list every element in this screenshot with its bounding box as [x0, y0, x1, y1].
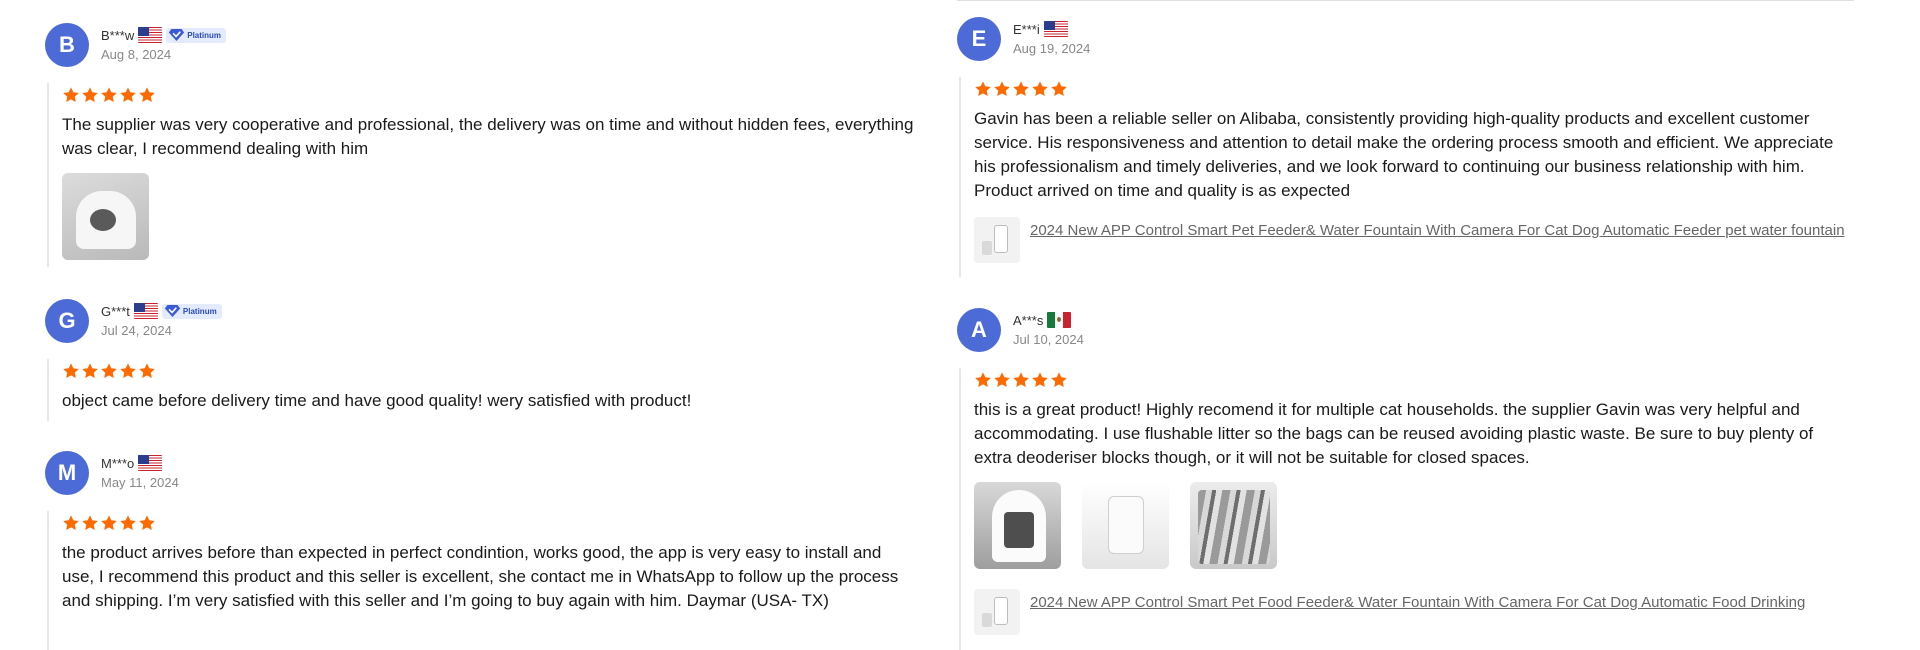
- review-body: object came before delivery time and hav…: [47, 359, 915, 421]
- us-flag-icon: [1043, 21, 1068, 37]
- star-rating: [62, 511, 915, 533]
- star-icon: [100, 362, 118, 380]
- reviewer-meta: E***i Aug 19, 2024: [1013, 19, 1090, 56]
- review-date: May 11, 2024: [101, 475, 179, 490]
- star-rating: [974, 77, 1854, 99]
- star-icon: [993, 371, 1011, 389]
- product-thumbnail[interactable]: [974, 589, 1020, 635]
- review-header: G G***t Platinum Jul 24, 2024: [45, 299, 915, 345]
- reviewer-meta: A***s Jul 10, 2024: [1013, 310, 1084, 347]
- reviewer-name: M***o: [101, 455, 135, 471]
- star-icon: [100, 514, 118, 532]
- review-date: Aug 19, 2024: [1013, 41, 1091, 56]
- review-header: E E***i Aug 19, 2024: [957, 17, 1854, 63]
- review-body: the product arrives before than expected…: [47, 511, 915, 650]
- star-icon: [993, 80, 1011, 98]
- review-body: Gavin has been a reliable seller on Alib…: [959, 77, 1854, 277]
- star-icon: [138, 362, 156, 380]
- star-icon: [974, 80, 992, 98]
- review-text: The supplier was very cooperative and pr…: [62, 115, 914, 158]
- platinum-badge: Platinum: [161, 303, 222, 319]
- avatar: A: [957, 308, 1001, 352]
- review-date: Jul 24, 2024: [101, 323, 172, 338]
- review-image-thumbnail[interactable]: [1082, 482, 1169, 569]
- divider: [957, 0, 1854, 1]
- star-rating: [62, 359, 915, 381]
- reviewer-name: G***t: [101, 303, 130, 319]
- avatar: M: [45, 451, 89, 495]
- product-link[interactable]: 2024 New APP Control Smart Pet Feeder& W…: [1030, 220, 1845, 242]
- reviewer-meta: M***o May 11, 2024: [101, 453, 179, 490]
- star-icon: [62, 362, 80, 380]
- product-thumbnail[interactable]: [974, 217, 1020, 263]
- reviewed-product: 2024 New APP Control Smart Pet Feeder& W…: [974, 217, 1854, 263]
- us-flag-icon: [133, 303, 158, 319]
- review-image-thumbnail[interactable]: [62, 173, 149, 260]
- reviewer-meta: B***w Platinum Aug 8, 2024: [101, 25, 227, 62]
- avatar: B: [45, 23, 89, 67]
- review-images: [62, 173, 915, 260]
- star-rating: [974, 368, 1854, 390]
- diamond-icon: [168, 28, 185, 42]
- avatar: E: [957, 17, 1001, 61]
- reviewer-name: A***s: [1013, 312, 1044, 328]
- star-icon: [138, 514, 156, 532]
- review-card: B B***w Platinum Aug 8, 2024 The supplie…: [45, 23, 915, 267]
- badge-label: Platinum: [182, 306, 217, 316]
- review-card: M M***o May 11, 2024 the product arrives…: [45, 451, 915, 650]
- review-header: M M***o May 11, 2024: [45, 451, 915, 497]
- platinum-badge: Platinum: [166, 27, 227, 43]
- product-link[interactable]: 2024 New APP Control Smart Pet Food Feed…: [1030, 592, 1805, 614]
- review-text: this is a great product! Highly recomend…: [974, 400, 1814, 467]
- review-body: The supplier was very cooperative and pr…: [47, 83, 915, 267]
- star-rating: [62, 83, 915, 105]
- reviewer-name: B***w: [101, 27, 135, 43]
- star-icon: [1031, 80, 1049, 98]
- reviewer-meta: G***t Platinum Jul 24, 2024: [101, 301, 222, 338]
- reviewed-product: 2024 New APP Control Smart Pet Food Feed…: [974, 589, 1854, 635]
- review-text: object came before delivery time and hav…: [62, 391, 692, 410]
- review-header: A A***s Jul 10, 2024: [957, 308, 1854, 354]
- review-card: A A***s Jul 10, 2024 this is a great pro…: [957, 308, 1854, 650]
- review-image-thumbnail[interactable]: [1190, 482, 1277, 569]
- review-body: this is a great product! Highly recomend…: [959, 368, 1854, 650]
- star-icon: [100, 86, 118, 104]
- review-header: B B***w Platinum Aug 8, 2024: [45, 23, 915, 69]
- review-date: Aug 8, 2024: [101, 47, 172, 62]
- diamond-icon: [164, 304, 181, 318]
- review-card: E E***i Aug 19, 2024 Gavin has been a re…: [957, 17, 1854, 277]
- star-icon: [1012, 371, 1030, 389]
- star-icon: [1031, 371, 1049, 389]
- review-images: [974, 482, 1854, 569]
- star-icon: [62, 86, 80, 104]
- star-icon: [1050, 371, 1068, 389]
- badge-label: Platinum: [187, 30, 222, 40]
- review-text: Gavin has been a reliable seller on Alib…: [974, 109, 1834, 200]
- us-flag-icon: [138, 27, 163, 43]
- star-icon: [119, 362, 137, 380]
- star-icon: [119, 514, 137, 532]
- review-card: G G***t Platinum Jul 24, 2024 object cam…: [45, 299, 915, 421]
- star-icon: [81, 86, 99, 104]
- review-date: Jul 10, 2024: [1013, 332, 1084, 347]
- reviewer-name: E***i: [1013, 21, 1040, 37]
- star-icon: [81, 362, 99, 380]
- avatar: G: [45, 299, 89, 343]
- star-icon: [1012, 80, 1030, 98]
- star-icon: [119, 86, 137, 104]
- review-image-thumbnail[interactable]: [974, 482, 1061, 569]
- star-icon: [974, 371, 992, 389]
- mexico-flag-icon: [1047, 312, 1072, 328]
- us-flag-icon: [138, 455, 163, 471]
- review-text: the product arrives before than expected…: [62, 543, 899, 610]
- star-icon: [1050, 80, 1068, 98]
- star-icon: [138, 86, 156, 104]
- star-icon: [62, 514, 80, 532]
- star-icon: [81, 514, 99, 532]
